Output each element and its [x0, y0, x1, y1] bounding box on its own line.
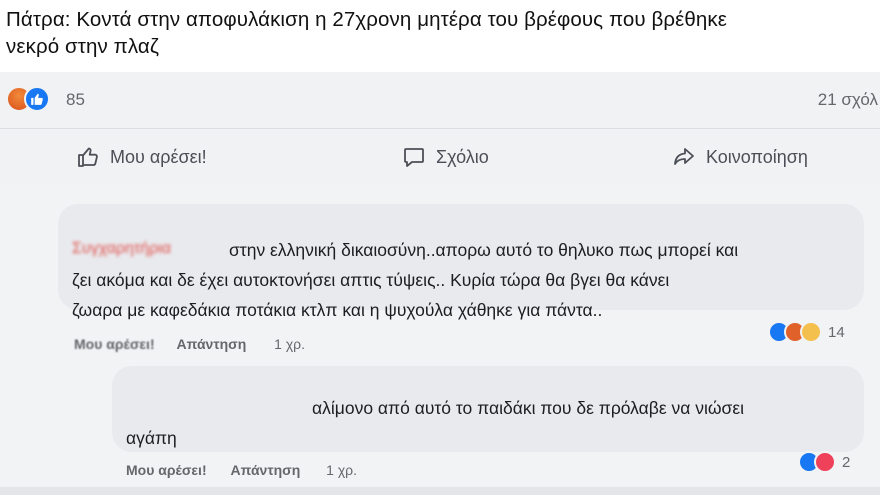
post-reactions-summary: 85 21 σχόλ [0, 72, 880, 128]
speech-bubble-icon [404, 148, 424, 167]
comment-1-text-line-1: στην ελληνική δικαιοσύνη..απορω αυτό το … [229, 240, 739, 260]
reaction-count[interactable]: 85 [66, 90, 85, 110]
comment-button-label: Σχόλιο [436, 146, 489, 167]
comment-2-reaction-count: 2 [842, 453, 851, 471]
comment-2-timestamp[interactable]: 1 χρ. [326, 462, 357, 478]
reaction-icons[interactable] [6, 86, 60, 112]
like-button-label: Μου αρέσει! [110, 146, 207, 167]
post-title-area: Πάτρα: Κοντά στην αποφυλάκιση η 27χρονη … [0, 0, 880, 70]
comment-1-meta: Μου αρέσει! Απάντηση 1 χρ. [74, 336, 305, 352]
post-title-line-1: Πάτρα: Κοντά στην αποφυλάκιση η 27χρονη … [6, 8, 727, 31]
comment-1-reaction-count: 14 [828, 323, 845, 341]
share-button[interactable]: Κοινοποίηση [672, 143, 808, 171]
comments-count[interactable]: 21 σχόλ [818, 90, 878, 110]
comment-2-text-line-2: αγάπη [126, 428, 177, 448]
comment-1-reactions[interactable]: 14 [768, 320, 845, 344]
like-reaction-icon [24, 86, 50, 112]
comment-2-reply-link[interactable]: Απάντηση [231, 462, 301, 478]
comment-2-meta: Μου αρέσει! Απάντηση 1 χρ. [126, 462, 357, 478]
comment-1-author[interactable]: Συγχαρητήρια [72, 240, 171, 258]
next-comment-edge [0, 487, 880, 495]
like-button[interactable]: Μου αρέσει! [76, 143, 207, 171]
comment-2-reactions[interactable]: 2 [798, 450, 850, 474]
share-button-label: Κοινοποίηση [706, 146, 808, 167]
comment-2-text-line-1: αλίμονο από αυτό το παιδάκι που δε πρόλα… [312, 398, 745, 418]
comment-1-timestamp[interactable]: 1 χρ. [274, 336, 305, 352]
comment-1-like-link[interactable]: Μου αρέσει! [74, 336, 155, 352]
thumbs-up-icon [78, 147, 98, 167]
sad-reaction-icon [800, 321, 822, 343]
comment-1-text-line-2: ζει ακόμα και δε έχει αυτοκτονήσει απτις… [72, 270, 670, 290]
post-actions-bar: Μου αρέσει! Σχόλιο Κοινοποίηση [0, 128, 880, 184]
share-arrow-icon [674, 148, 694, 165]
post-title-line-2: νεκρό στην πλαζ [6, 35, 159, 58]
comment-button[interactable]: Σχόλιο [402, 143, 489, 171]
love-reaction-icon [814, 451, 836, 473]
comment-2-like-link[interactable]: Μου αρέσει! [126, 462, 207, 478]
comment-1-text-line-3: ζωαρα με καφεδάκια ποτάκια κτλπ και η ψυ… [72, 300, 603, 320]
comment-1-reply-link[interactable]: Απάντηση [177, 336, 247, 352]
